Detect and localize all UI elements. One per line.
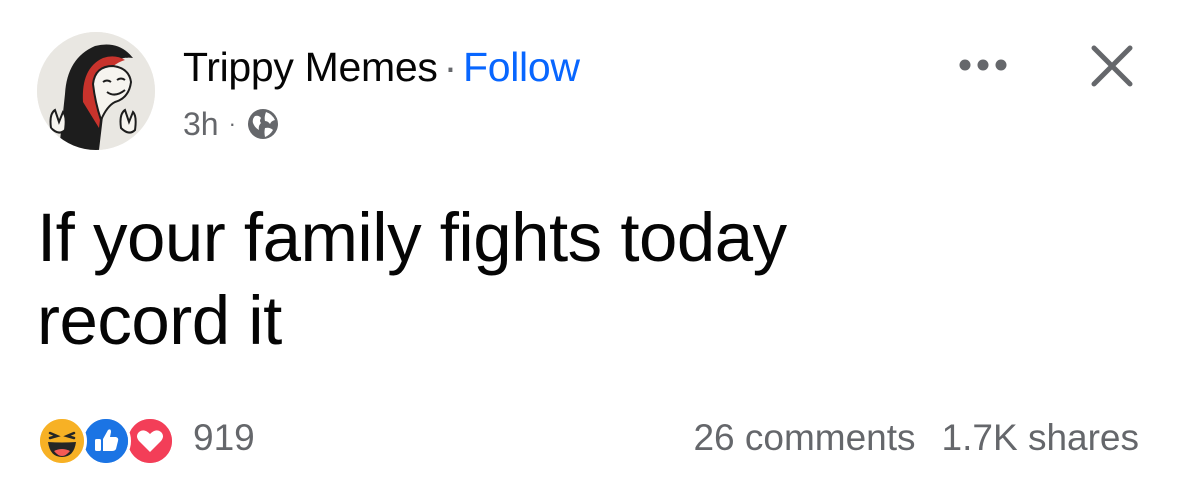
close-button[interactable] [1082,36,1142,96]
post-header-title: Trippy Memes · Follow [183,43,580,91]
close-icon [1091,45,1133,87]
more-options-button[interactable] [952,47,1014,83]
page-avatar[interactable] [37,32,155,150]
avatar-illustration [37,32,155,150]
follow-button[interactable]: Follow [463,44,580,90]
title-separator: · [443,44,458,90]
page-name-link[interactable]: Trippy Memes [183,44,438,90]
love-icon [125,416,175,466]
engagement-stats: 26 comments 1.7K shares [693,413,1139,463]
haha-icon [37,416,87,466]
comments-count-link[interactable]: 26 comments [693,417,915,459]
post-text-line: record it [37,282,282,359]
post-meta: 3h · [183,104,280,144]
reaction-summary[interactable]: 919 [37,413,255,466]
more-options-icon [959,59,1007,71]
post-timestamp[interactable]: 3h [183,106,219,143]
like-icon [81,416,131,466]
shares-count-link[interactable]: 1.7K shares [942,417,1139,459]
reaction-icons [37,413,189,466]
meta-separator: · [228,111,236,136]
feed-post: Trippy Memes · Follow 3h · If your family … [0,0,1179,483]
post-text-line: If your family fights today [37,199,787,276]
reaction-count: 919 [193,417,255,458]
globe-icon[interactable] [246,107,280,141]
post-body-text: If your family fights today record it [37,196,1137,362]
